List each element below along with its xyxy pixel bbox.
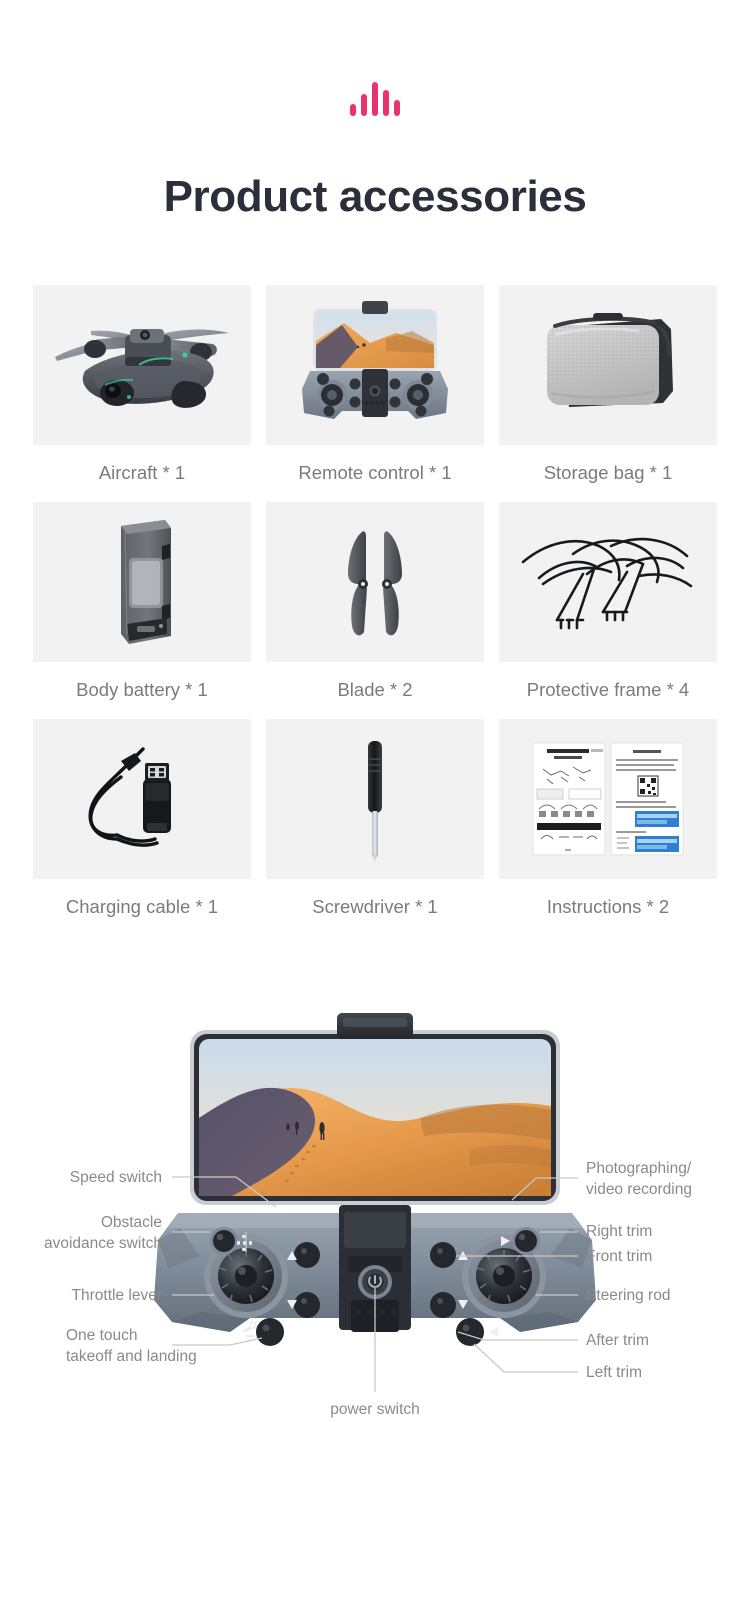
accessory-image-tile — [33, 285, 251, 445]
accessory-label: Storage bag * 1 — [543, 462, 673, 483]
accessory-image-tile — [499, 719, 717, 879]
storage-bag-icon — [547, 313, 673, 407]
accessory-label: Charging cable * 1 — [65, 896, 219, 917]
callout-label-power-switch: power switch — [330, 1401, 420, 1418]
callout-label-front-trim: Front trim — [586, 1248, 653, 1265]
accessory-label: Body battery * 1 — [76, 679, 208, 700]
accessory-item-blade[interactable]: Blade * 2 — [266, 502, 484, 719]
accessory-item-protective-frame[interactable]: Protective frame * 4 — [499, 502, 717, 719]
drone-aircraft-icon — [55, 329, 229, 408]
accessory-label: Remote control * 1 — [298, 462, 452, 483]
accessory-image-tile — [33, 719, 251, 879]
charging-cable-icon — [88, 747, 171, 847]
callout-label-obstacle-avoidance-switch: Obstacle avoidance switch — [43, 1214, 162, 1252]
accessory-item-remote-control[interactable]: Remote control * 1 — [266, 285, 484, 502]
callout-label-one-touch-takeoff: One touch takeoff and landing — [66, 1327, 197, 1365]
battery-pack-icon — [121, 520, 171, 644]
remote-control-callout-diagram: Speed switch Obstacle avoidance switch T… — [0, 1000, 750, 1440]
accessory-item-charging-cable[interactable]: Charging cable * 1 — [33, 719, 251, 936]
protective-frame-icon — [521, 537, 693, 630]
accessory-item-aircraft[interactable]: Aircraft * 1 — [33, 285, 251, 502]
callout-label-after-trim: After trim — [586, 1332, 649, 1349]
accessory-image-tile — [499, 502, 717, 662]
callout-label-photographing-video: Photographing/ video recording — [586, 1160, 692, 1198]
page-title: Product accessories — [163, 172, 587, 221]
callout-label-steering-rod: Steering rod — [586, 1287, 671, 1304]
callout-label-throttle-lever: Throttle lever — [71, 1287, 162, 1304]
accessory-item-instructions[interactable]: Instructions * 2 — [499, 719, 717, 936]
accessory-label: Blade * 2 — [337, 679, 413, 700]
callout-label-left-trim: Left trim — [586, 1364, 642, 1381]
accessory-image-tile — [499, 285, 717, 445]
accessory-image-tile — [266, 719, 484, 879]
instruction-manual-icon — [532, 742, 684, 856]
accessory-image-tile — [33, 502, 251, 662]
screwdriver-icon — [368, 741, 382, 862]
accessory-image-tile — [266, 502, 484, 662]
accessory-item-storage-bag[interactable]: Storage bag * 1 — [499, 285, 717, 502]
accessory-item-body-battery[interactable]: Body battery * 1 — [33, 502, 251, 719]
accessory-label: Aircraft * 1 — [98, 462, 186, 483]
callout-label-right-trim: Right trim — [586, 1223, 653, 1240]
sound-wave-logo — [0, 74, 750, 116]
remote-control-icon — [302, 301, 448, 419]
accessory-image-tile — [266, 285, 484, 445]
accessory-label: Screwdriver * 1 — [312, 896, 438, 917]
product-accessories-page: Product accessories Aircraft * 1 Remote … — [0, 0, 750, 1598]
accessory-label: Protective frame * 4 — [526, 679, 690, 700]
accessories-grid: Aircraft * 1 Remote control * 1 Storage … — [33, 285, 717, 936]
accessory-label: Instructions * 2 — [546, 896, 670, 917]
accessory-item-screwdriver[interactable]: Screwdriver * 1 — [266, 719, 484, 936]
callout-label-speed-switch: Speed switch — [69, 1169, 162, 1186]
propeller-blade-icon — [348, 531, 402, 636]
